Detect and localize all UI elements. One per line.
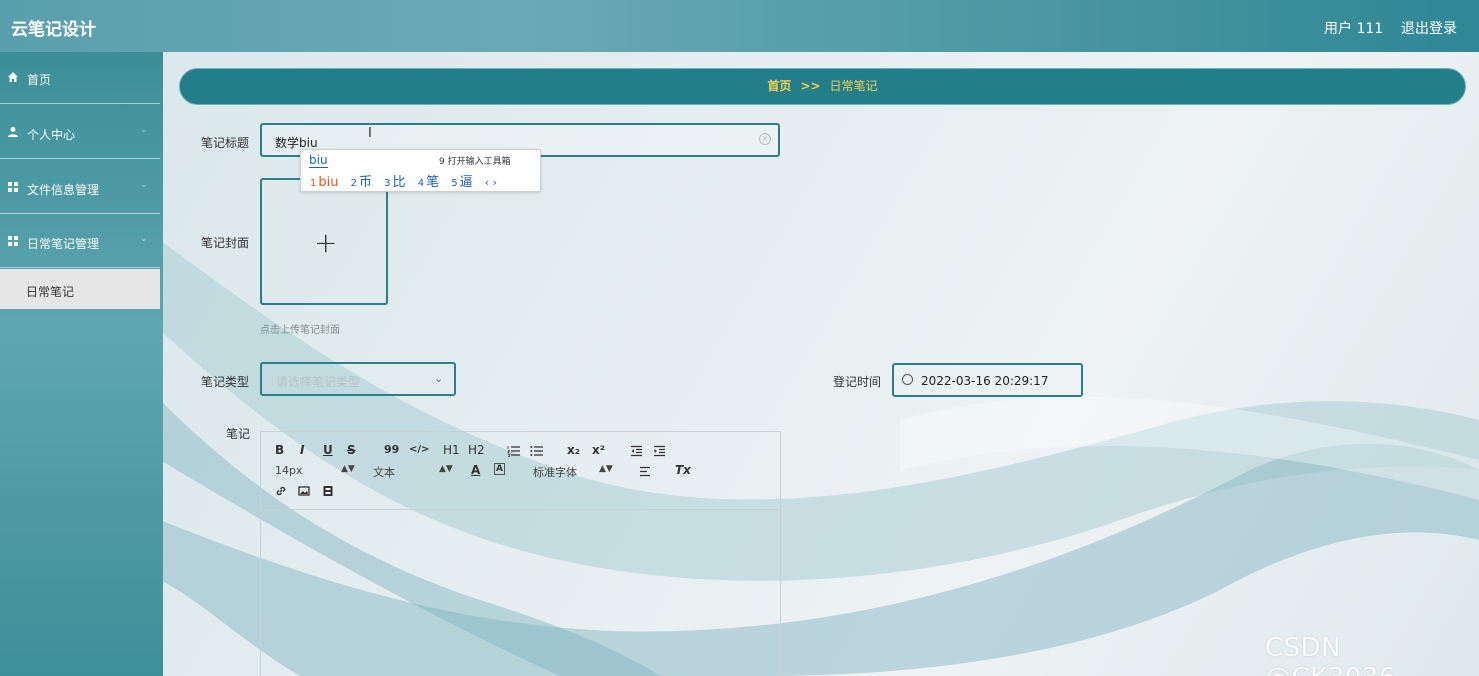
clear-icon[interactable]: × <box>759 133 771 145</box>
sidebar-item-daily-notes[interactable]: 日常笔记管理 ⌄ <box>0 216 160 268</box>
ime-candidate[interactable]: 4笔 <box>418 175 439 190</box>
rich-text-editor[interactable]: B I U S 99 </> H1 H2 x₂ x² 14px ▲▼ 文本 ▲▼ A… <box>260 431 781 676</box>
cover-label: 笔记封面 <box>201 236 250 250</box>
ime-candidates: 1 biu 2币 3比 4笔 5逼 ‹ › <box>310 171 497 190</box>
sidebar-item-label: 个人中心 <box>27 128 76 142</box>
italic-button[interactable]: I <box>300 443 304 457</box>
subscript-button[interactable]: x₂ <box>567 443 580 457</box>
text-cursor-icon: I <box>368 126 372 141</box>
ime-candidate[interactable]: 2币 <box>351 175 372 190</box>
ime-candidate[interactable]: 5逼 <box>451 175 472 190</box>
blockquote-button[interactable]: 99 <box>384 443 399 456</box>
clock-icon <box>902 374 913 385</box>
breadcrumb-current: 日常笔记 <box>829 79 878 93</box>
cover-upload[interactable]: + <box>260 178 388 305</box>
video-icon[interactable] <box>322 485 334 497</box>
grid-icon <box>8 236 18 246</box>
sidebar-subitem-label: 日常笔记 <box>26 285 75 299</box>
background-color-icon[interactable]: A <box>494 463 505 475</box>
breadcrumb-separator: >> <box>800 79 821 93</box>
grid-icon <box>8 182 18 192</box>
note-label: 笔记 <box>226 427 251 441</box>
ime-composition: biu <box>309 153 328 168</box>
ordered-list-icon[interactable] <box>507 445 521 457</box>
top-bar: 云笔记设计 用户 111 退出登录 <box>0 0 1479 52</box>
select-arrow-icon: ▲▼ <box>599 464 613 474</box>
chevron-down-icon: ⌄ <box>434 372 444 385</box>
chevron-down-icon: ⌄ <box>140 234 148 244</box>
breadcrumb: 首页 >> 日常笔记 <box>179 68 1466 105</box>
indent-icon[interactable] <box>653 445 666 457</box>
sidebar-subitem-daily-note[interactable]: 日常笔记 <box>0 269 160 309</box>
chevron-down-icon: ⌄ <box>140 125 148 135</box>
date-label: 登记时间 <box>833 375 882 389</box>
header2-button[interactable]: H2 <box>468 443 485 457</box>
logout-link[interactable]: 退出登录 <box>1401 18 1457 38</box>
ime-page-nav[interactable]: ‹ › <box>485 176 497 189</box>
sidebar: 首页 个人中心 ⌄ 文件信息管理 ⌄ 日常笔记管理 ⌄ 日常笔记 <box>0 52 163 676</box>
date-time-value: 2022-03-16 20:29:17 <box>921 374 1049 388</box>
sidebar-item-file-info[interactable]: 文件信息管理 ⌄ <box>0 162 160 214</box>
bold-button[interactable]: B <box>275 443 284 457</box>
editor-toolbar: B I U S 99 </> H1 H2 x₂ x² 14px ▲▼ 文本 ▲▼ A… <box>261 432 780 510</box>
note-type-placeholder: 请选择笔记类型 <box>276 375 361 389</box>
watermark: CSDN @CK3036 <box>1265 633 1395 676</box>
sidebar-item-label: 首页 <box>27 73 52 87</box>
title-label: 笔记标题 <box>201 136 250 150</box>
ime-toolbox-hint[interactable]: 9 打开输入工具箱 <box>439 154 511 167</box>
superscript-button[interactable]: x² <box>592 443 605 457</box>
date-time-input[interactable]: 2022-03-16 20:29:17 <box>892 363 1083 397</box>
underline-button[interactable]: U <box>323 443 333 457</box>
user-label: 用户 111 <box>1324 21 1384 37</box>
align-icon[interactable] <box>639 466 651 477</box>
type-label: 笔记类型 <box>201 375 250 389</box>
breadcrumb-home[interactable]: 首页 <box>767 79 791 93</box>
ime-candidate[interactable]: 1 biu <box>310 175 338 190</box>
strike-button[interactable]: S <box>347 443 356 457</box>
text-format-select[interactable]: 文本 ▲▼ <box>373 464 453 480</box>
header1-button[interactable]: H1 <box>443 443 460 457</box>
sidebar-item-personal-center[interactable]: 个人中心 ⌄ <box>0 107 160 159</box>
app-title: 云笔记设计 <box>11 20 96 40</box>
sidebar-item-label: 文件信息管理 <box>27 183 100 197</box>
select-arrow-icon: ▲▼ <box>439 464 453 474</box>
code-block-button[interactable]: </> <box>409 444 429 455</box>
ime-candidate-window: biu 9 打开输入工具箱 1 biu 2币 3比 4笔 5逼 ‹ › <box>300 149 541 192</box>
cover-upload-hint: 点击上传笔记封面 <box>260 325 340 336</box>
font-size-select[interactable]: 14px ▲▼ <box>275 464 355 477</box>
ime-candidate[interactable]: 3比 <box>384 175 405 190</box>
plus-icon: + <box>314 226 338 259</box>
select-arrow-icon: ▲▼ <box>341 464 355 474</box>
chevron-down-icon: ⌄ <box>140 180 148 190</box>
font-family-select[interactable]: 标准字体 ▲▼ <box>533 464 613 480</box>
note-form: 笔记标题 数学biu × I biu 9 打开输入工具箱 1 biu 2币 3比 … <box>163 105 1479 676</box>
font-color-icon[interactable]: A <box>471 463 480 477</box>
note-type-select[interactable]: 请选择笔记类型 ⌄ <box>260 362 456 396</box>
user-icon <box>8 127 18 137</box>
clear-format-icon[interactable]: Tx <box>675 463 691 477</box>
outdent-icon[interactable] <box>630 445 643 457</box>
home-icon <box>8 72 18 82</box>
link-icon[interactable] <box>275 485 287 497</box>
sidebar-item-label: 日常笔记管理 <box>27 237 100 251</box>
bullet-list-icon[interactable] <box>530 445 544 457</box>
image-icon[interactable] <box>298 485 310 497</box>
sidebar-item-home[interactable]: 首页 <box>0 52 160 104</box>
